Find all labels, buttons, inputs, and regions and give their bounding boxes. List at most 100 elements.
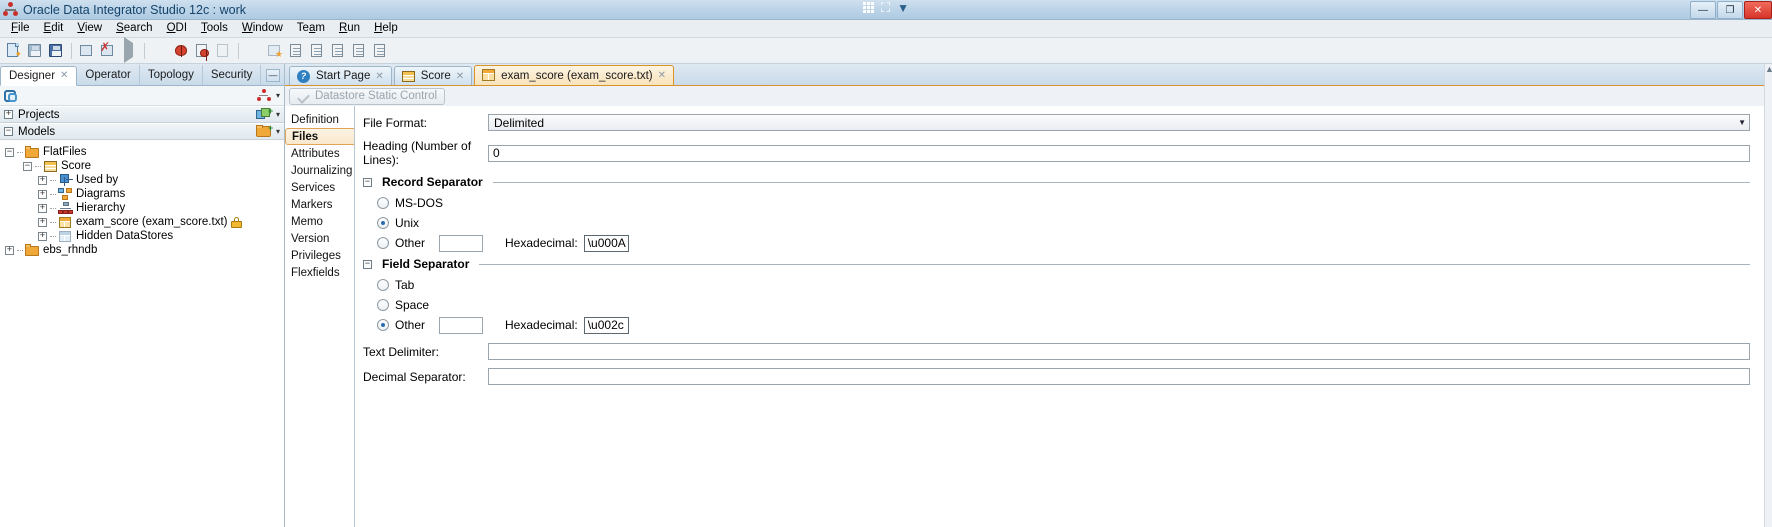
tree-item-hidden-datastores[interactable]: + Hidden DataStores	[0, 229, 284, 243]
chevron-down-icon[interactable]: ▾	[276, 127, 280, 136]
expand-toggle[interactable]: +	[4, 110, 13, 119]
close-icon[interactable]: ✕	[60, 70, 68, 81]
record-separator-unix-radio[interactable]	[377, 217, 389, 229]
close-icon[interactable]: ✕	[375, 71, 383, 82]
tree-toggle[interactable]: +	[38, 203, 47, 213]
doc1-icon[interactable]	[286, 41, 306, 61]
close-button[interactable]: ✕	[1744, 1, 1772, 19]
tab-designer[interactable]: Designer ✕	[0, 66, 78, 86]
record-separator-hex-input[interactable]: \u000A	[583, 234, 629, 252]
field-separator-space-radio[interactable]	[377, 299, 389, 311]
tree-toggle[interactable]: −	[5, 147, 14, 157]
new-model-folder-icon[interactable]: +	[255, 124, 273, 138]
accordion-projects[interactable]: + Projects + ▾	[0, 106, 284, 123]
datastore-static-control-button[interactable]: Datastore Static Control	[289, 87, 446, 105]
menu-odi[interactable]: ODI	[160, 20, 194, 37]
side-tab-version[interactable]: Version	[285, 230, 354, 247]
field-separator-hex-input[interactable]: \u002c	[583, 316, 629, 334]
field-separator-other-input[interactable]	[439, 316, 484, 334]
tab-operator[interactable]: Operator	[77, 65, 140, 85]
doc4-icon[interactable]	[349, 41, 369, 61]
collapse-toggle[interactable]: −	[363, 177, 372, 187]
step-into-icon[interactable]	[192, 41, 212, 61]
grid-icon[interactable]	[863, 2, 874, 13]
tab-topology[interactable]: Topology	[140, 65, 203, 85]
close-icon[interactable]: ✕	[658, 70, 666, 81]
resume-icon[interactable]	[244, 41, 264, 61]
tree-toggle[interactable]: +	[38, 217, 47, 227]
tree-toggle[interactable]: +	[5, 245, 14, 255]
menu-run[interactable]: Run	[332, 20, 367, 37]
menu-edit[interactable]: Edit	[37, 20, 71, 37]
step-over-icon[interactable]	[213, 41, 233, 61]
chevron-down-icon[interactable]: ▼	[1738, 118, 1746, 127]
file-format-select[interactable]: Delimited ▼	[488, 114, 1750, 131]
menu-tools[interactable]: Tools	[194, 20, 235, 37]
side-tab-memo[interactable]: Memo	[285, 213, 354, 230]
menu-file[interactable]: FFileile	[4, 20, 37, 37]
side-tab-files[interactable]: Files	[285, 128, 354, 145]
minimize-button[interactable]: —	[1690, 1, 1716, 19]
record-separator-other-row[interactable]: Other Hexadecimal: \u000A	[363, 233, 1750, 253]
record-separator-unix-row[interactable]: Unix	[363, 213, 1750, 233]
refresh-icon[interactable]	[4, 89, 20, 103]
field-separator-space-row[interactable]: Space	[363, 295, 1750, 315]
expand-icon[interactable]: ⛶	[881, 1, 890, 14]
redo-icon[interactable]: ✗	[98, 41, 118, 61]
doc5-icon[interactable]	[370, 41, 390, 61]
run-icon[interactable]	[119, 36, 139, 63]
new-project-icon[interactable]: +	[255, 107, 273, 121]
accordion-models[interactable]: − Models + ▾	[0, 123, 284, 140]
side-tab-privileges[interactable]: Privileges	[285, 247, 354, 264]
field-separator-tab-row[interactable]: Tab	[363, 275, 1750, 295]
menu-window[interactable]: Window	[235, 20, 290, 37]
record-separator-msdos-radio[interactable]	[377, 197, 389, 209]
tree-toggle[interactable]: −	[23, 161, 32, 171]
side-tab-definition[interactable]: Definition	[285, 111, 354, 128]
tree-item-exam-score[interactable]: + exam_score (exam_score.txt)	[0, 215, 284, 229]
side-tab-services[interactable]: Services	[285, 179, 354, 196]
tree-item-used-by[interactable]: + Used by	[0, 173, 284, 187]
stop-icon[interactable]	[150, 41, 170, 61]
field-separator-other-row[interactable]: Other Hexadecimal: \u002c	[363, 315, 1750, 335]
editor-tab-start-page[interactable]: ? Start Page ✕	[289, 66, 392, 85]
side-tab-journalizing[interactable]: Journalizing	[285, 162, 354, 179]
chevron-down-icon[interactable]: ▼	[897, 2, 909, 14]
tree-item-hierarchy[interactable]: + Hierarchy	[0, 201, 284, 215]
tree-item-score[interactable]: − Score	[0, 159, 284, 173]
favorites-icon[interactable]: ★	[265, 41, 285, 61]
editor-tab-exam-score[interactable]: exam_score (exam_score.txt) ✕	[474, 65, 675, 85]
text-delimiter-input[interactable]	[488, 343, 1750, 360]
doc2-icon[interactable]	[307, 41, 327, 61]
undo-icon[interactable]	[77, 41, 97, 61]
tree-toggle[interactable]: +	[38, 189, 47, 199]
record-separator-other-input[interactable]	[439, 234, 484, 252]
decimal-separator-input[interactable]	[488, 368, 1750, 385]
restore-button[interactable]: ❐	[1717, 1, 1743, 19]
menu-search[interactable]: Search	[109, 20, 159, 37]
tree-toggle[interactable]: +	[38, 175, 47, 185]
chevron-down-icon[interactable]: ▾	[276, 91, 280, 100]
tree-toggle[interactable]: +	[38, 231, 47, 241]
menu-team[interactable]: Team	[290, 20, 332, 37]
side-tab-flexfields[interactable]: Flexfields	[285, 264, 354, 281]
field-separator-header[interactable]: − Field Separator	[363, 257, 1750, 271]
collapse-toggle[interactable]: −	[4, 127, 13, 136]
menu-help[interactable]: Help	[367, 20, 405, 37]
scroll-up-icon[interactable]: ▲	[1765, 64, 1772, 74]
tree-item-diagrams[interactable]: + Diagrams	[0, 187, 284, 201]
field-separator-other-radio[interactable]	[377, 319, 389, 331]
side-tab-attributes[interactable]: Attributes	[285, 145, 354, 162]
record-separator-other-radio[interactable]	[377, 237, 389, 249]
save-icon[interactable]	[25, 41, 45, 61]
new-icon[interactable]: ✦	[4, 41, 24, 61]
chevron-down-icon[interactable]: ▾	[276, 110, 280, 119]
field-separator-tab-radio[interactable]	[377, 279, 389, 291]
menu-view[interactable]: View	[70, 20, 109, 37]
save-all-icon[interactable]	[46, 41, 66, 61]
doc3-icon[interactable]	[328, 41, 348, 61]
side-tab-markers[interactable]: Markers	[285, 196, 354, 213]
navigator-minimize-button[interactable]: —	[266, 69, 280, 82]
tree-item-flatfiles[interactable]: − FlatFiles	[0, 145, 284, 159]
debug-icon[interactable]	[171, 41, 191, 61]
